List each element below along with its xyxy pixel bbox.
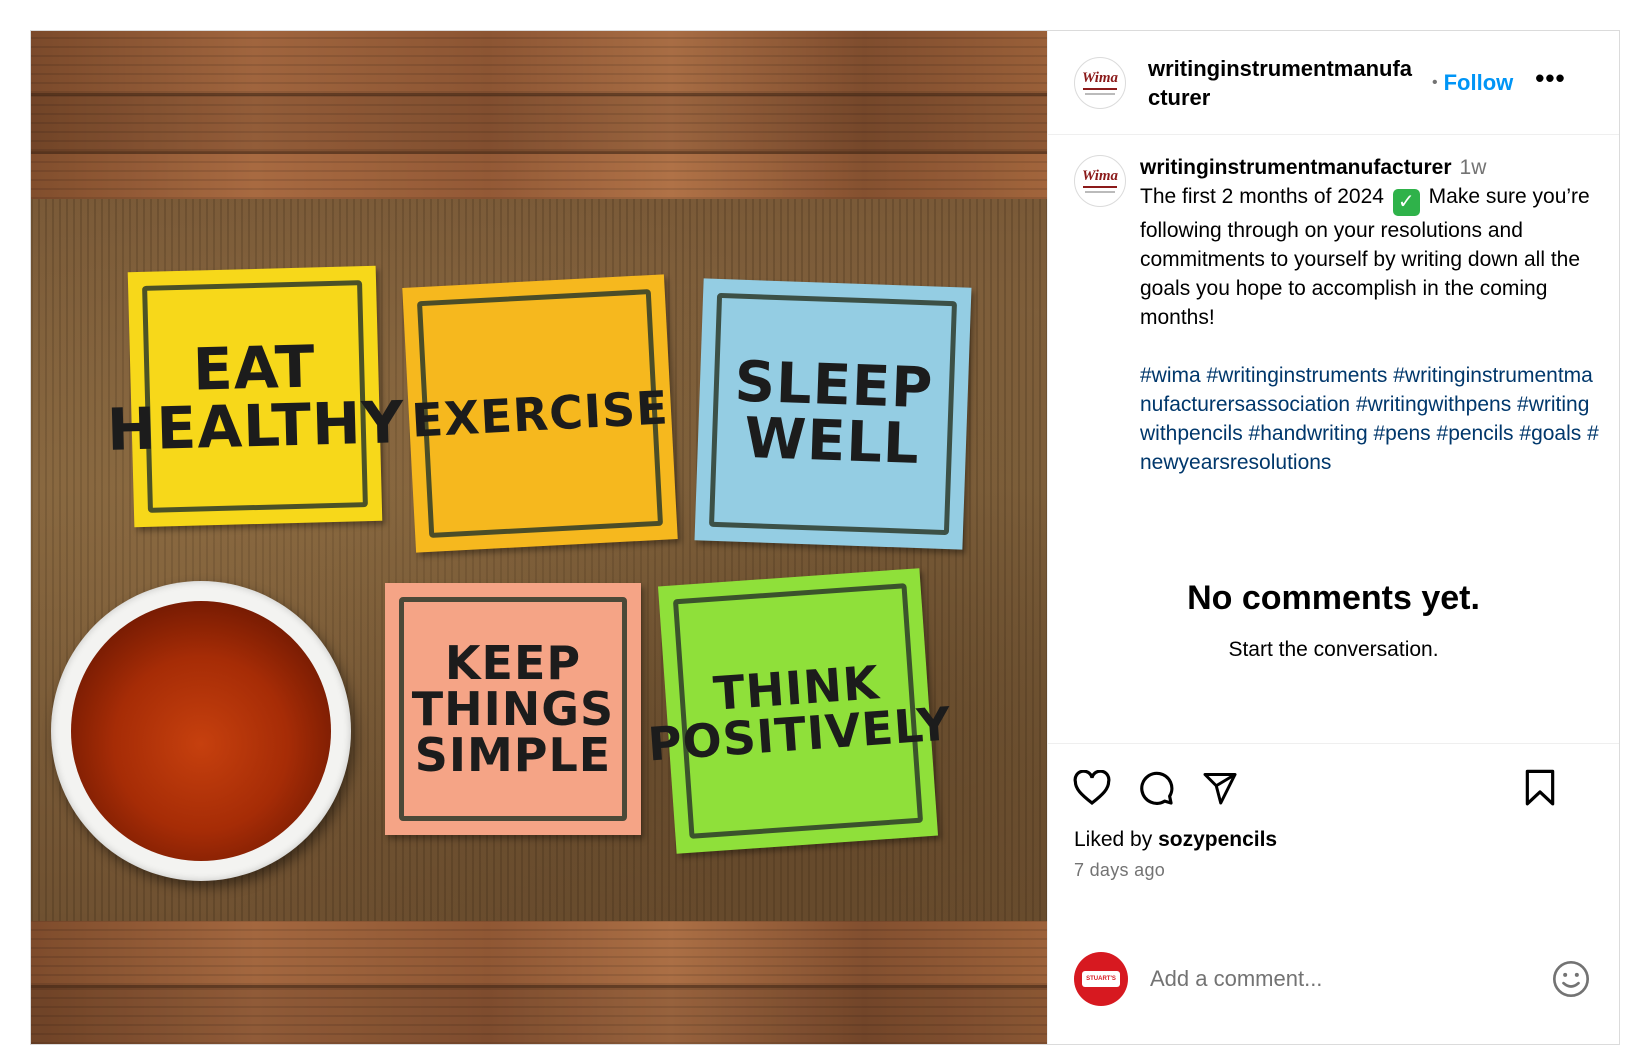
plank-seam [31,151,1047,154]
empty-comments: No comments yet. Start the conversation. [1048,579,1619,662]
share-icon[interactable] [1198,766,1242,810]
tea-cup [51,581,351,881]
plank-seam [31,985,1047,988]
heart-icon[interactable] [1070,766,1114,810]
caption-body: writinginstrumentmanufacturer 1w The firs… [1140,153,1599,477]
post-side-panel: Wima writinginstrumentmanufacturer • Fol… [1047,31,1619,1044]
empty-comments-subtitle: Start the conversation. [1228,638,1439,661]
caption-hashtags[interactable]: #wima #writinginstruments #writinginstru… [1140,361,1599,477]
author-avatar[interactable]: Wima [1074,56,1126,109]
tea [71,601,331,861]
comment-icon[interactable] [1134,766,1178,810]
empty-comments-title: No comments yet. [1187,579,1480,617]
liked-by: Liked by sozypencils [1074,828,1278,851]
follow-button[interactable]: Follow [1444,70,1514,96]
caption-timestamp[interactable]: 1w [1460,156,1487,179]
sticky-note-think-positively: THINK POSITIVELY [646,568,953,854]
post-image[interactable]: EAT HEALTHY EXERCISE SLEEP WELL KEEP THI… [31,31,1047,1044]
post-actions: Liked by sozypencils 7 days ago [1048,743,1619,913]
liked-by-user[interactable]: sozypencils [1158,828,1277,851]
wood-plank [31,151,1047,199]
caption-username[interactable]: writinginstrumentmanufacturer [1140,156,1452,179]
separator-dot: • [1432,73,1438,91]
author-username[interactable]: writinginstrumentmanufacturer [1148,54,1418,112]
post-age[interactable]: 7 days ago [1074,860,1165,881]
wima-logo: Wima [1081,69,1119,86]
wood-plank [31,985,1047,1044]
comment-bar: STUART'S [1048,913,1619,1044]
bookmark-icon[interactable] [1518,766,1562,810]
current-user-avatar: STUART'S [1074,951,1128,1006]
wood-plank [31,31,1047,93]
check-mark-icon: ✓ [1392,189,1420,216]
caption-avatar[interactable]: Wima [1074,155,1126,207]
post-header: Wima writinginstrumentmanufacturer • Fol… [1048,31,1619,135]
add-comment-input[interactable] [1150,965,1549,992]
wood-plank [31,93,1047,151]
caption-text: The first 2 months of 2024 ✓ Make sure y… [1140,185,1590,329]
sticky-note-eat-healthy: EAT HEALTHY [106,265,405,528]
more-options-icon[interactable]: ••• [1535,65,1565,91]
sticky-note-keep-things-simple: KEEP THINGS SIMPLE [385,583,641,835]
wima-logo: Wima [1081,168,1119,184]
wood-plank [31,921,1047,985]
emoji-icon[interactable] [1549,957,1593,1001]
sticky-note-sleep-well: SLEEP WELL [694,278,972,550]
post-caption: Wima writinginstrumentmanufacturer 1w The… [1074,153,1599,477]
plank-seam [31,93,1047,96]
sticky-note-exercise: EXERCISE [402,274,678,553]
post-dialog: EAT HEALTHY EXERCISE SLEEP WELL KEEP THI… [30,30,1620,1045]
